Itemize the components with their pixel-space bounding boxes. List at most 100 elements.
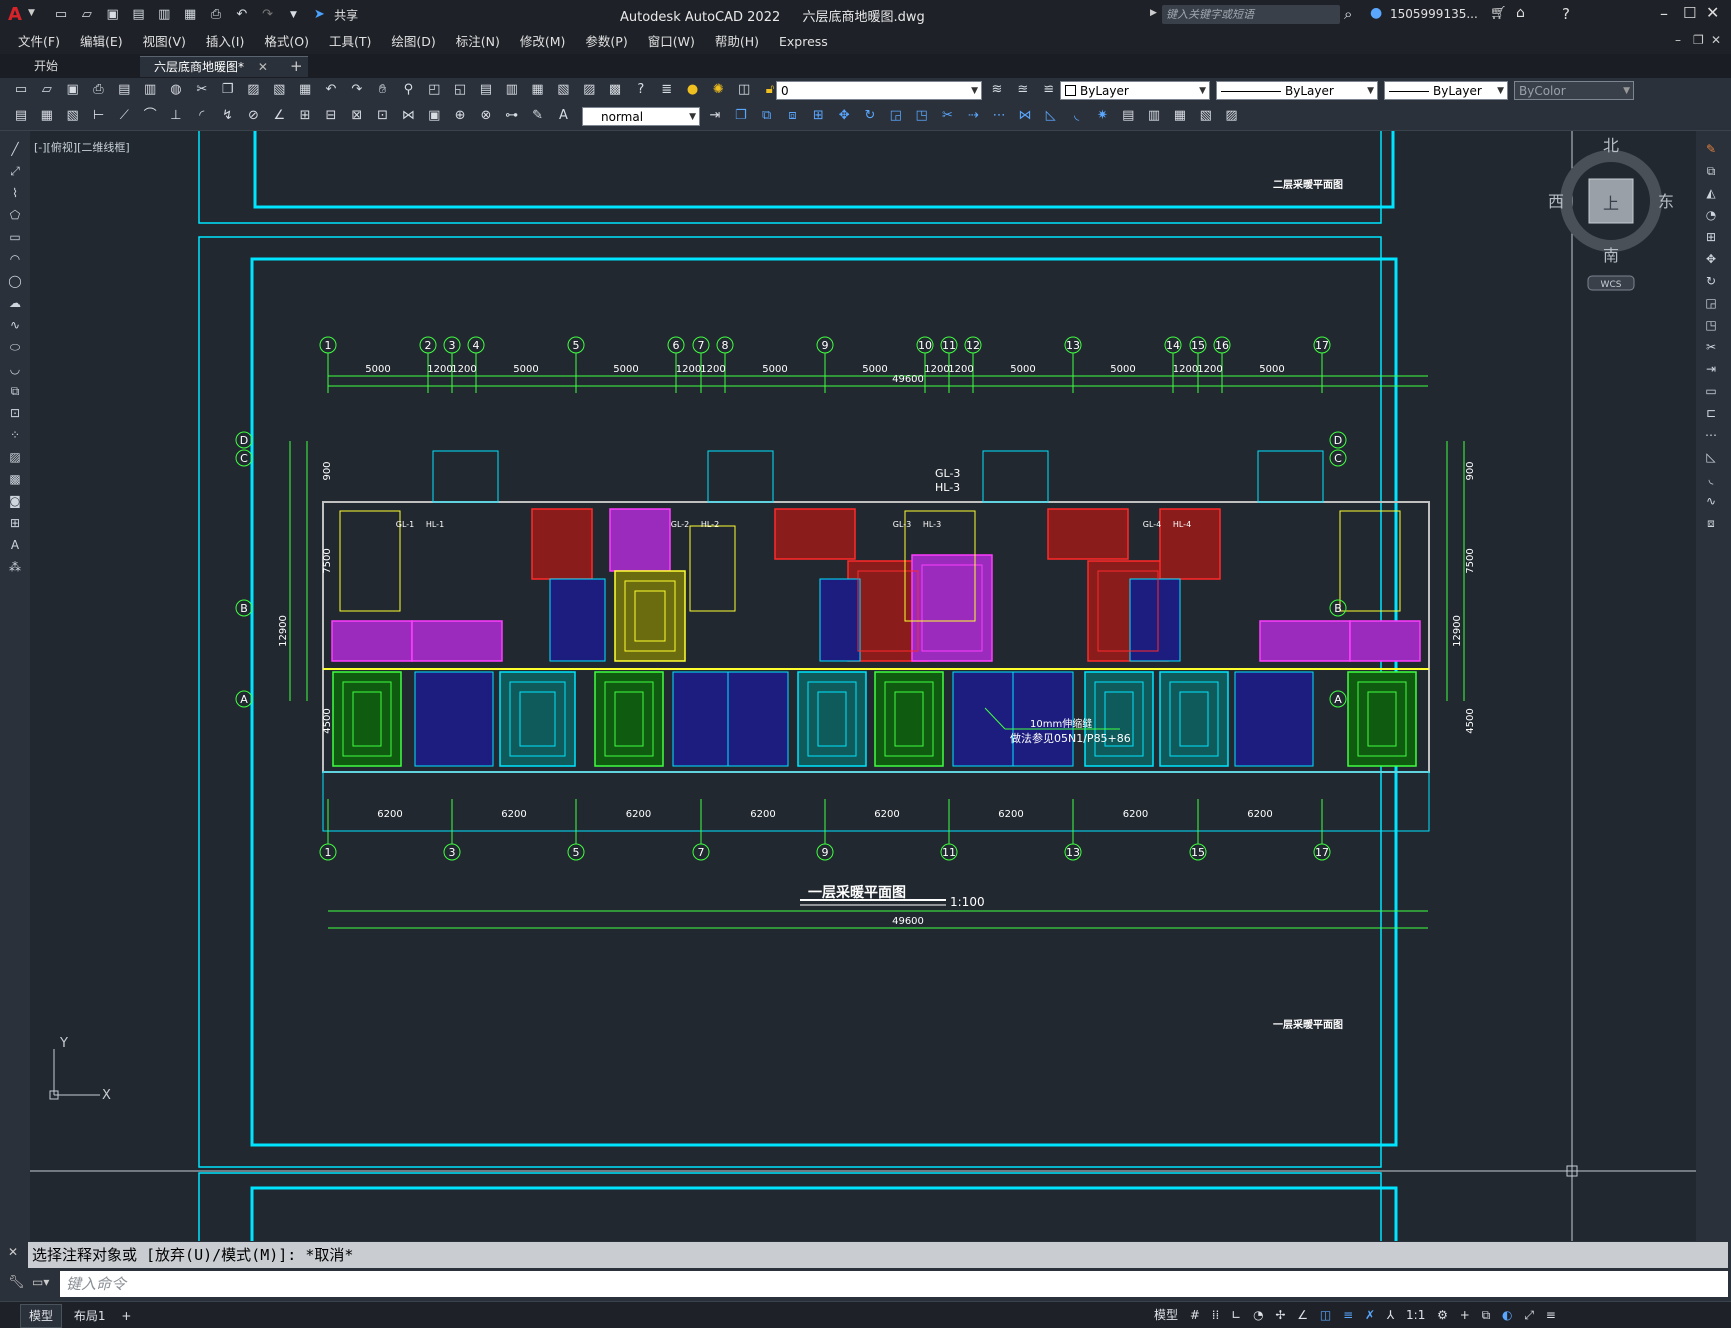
model-tab[interactable]: 模型 [20,1304,63,1328]
selection-cycle-icon[interactable]: ◫ [1316,1304,1335,1326]
wrench-icon[interactable]: 🔧︎ [8,1275,25,1290]
add-layout-icon[interactable]: + [117,1305,135,1327]
tool-palettes-icon[interactable]: ▦ [529,81,547,99]
jogged-dim-icon[interactable]: ↯ [219,107,237,125]
tab-drawing[interactable]: 六层底商地暖图* ✕ [140,56,308,77]
spline-icon[interactable]: ∿ [5,315,25,335]
compass-north[interactable]: 北 [1603,136,1619,155]
trim-icon[interactable]: ✂ [938,107,956,125]
polygon-icon[interactable]: ⬠ [5,205,25,225]
add-selected-icon[interactable]: ⁂ [5,557,25,577]
cmd-prompt-icon[interactable]: ▭▾ [32,1275,49,1289]
move-icon[interactable]: ✥ [835,107,853,125]
share-icon[interactable]: ➤ [310,6,328,24]
tab-close-icon[interactable]: ✕ [258,60,268,74]
save-icon[interactable]: ▣ [104,6,122,24]
autodesk-app-icon[interactable]: ⌂ [1516,5,1525,21]
inspect-icon[interactable]: ⊗ [477,107,495,125]
redo-icon[interactable]: ↷ [259,6,277,24]
wcs-menu[interactable]: WCS [1601,280,1622,290]
array-icon[interactable]: ⊞ [809,107,827,125]
zoom-realtime-icon[interactable]: ⚲ [399,81,417,99]
publish-tool-icon[interactable]: ◍ [167,81,185,99]
menu-item[interactable]: 视图(V) [133,30,196,54]
new-file-icon[interactable]: ▭ [52,6,70,24]
save-tool-icon[interactable]: ▣ [64,81,82,99]
fillet-icon[interactable]: ◟ [1068,107,1086,125]
layer-thaw-icon[interactable]: ✺ [709,81,727,99]
compass-south[interactable]: 南 [1603,246,1619,265]
compass-west[interactable]: 西 [1548,192,1564,211]
lineweight-toggle-icon[interactable]: ≡ [1339,1304,1357,1326]
ungroup-icon[interactable]: ▦ [1171,107,1189,125]
menu-item[interactable]: 窗口(W) [638,30,705,54]
diameter-dim-icon[interactable]: ⊘ [244,107,262,125]
ordinate-dim-icon[interactable]: ⊥ [167,107,185,125]
command-input[interactable]: 键入命令 [60,1271,1728,1297]
ortho-icon[interactable]: ∟ [1227,1304,1245,1326]
erase-icon[interactable]: ✎ [1701,139,1721,159]
rotate-object-icon[interactable]: ↻ [1701,271,1721,291]
dim-space-icon[interactable]: ⊡ [374,107,392,125]
copy-icon[interactable]: ❐ [219,81,237,99]
array-object-icon[interactable]: ⊞ [1701,227,1721,247]
layer-on-icon[interactable]: ● [684,81,702,99]
otrack-icon[interactable]: ∠ [1293,1304,1312,1326]
search-expand-icon[interactable]: ▶ [1150,8,1157,18]
layer-dropdown[interactable]: 0 ▼ [776,81,982,100]
customize-icon[interactable]: ≡ [1542,1304,1560,1326]
maximize-icon[interactable]: ☐ [1683,4,1696,22]
lineweight-dropdown[interactable]: ByLayer ▼ [1384,81,1508,100]
color-dropdown[interactable]: ByLayer ▼ [1060,81,1210,100]
layout1-tab[interactable]: 布局1 [66,1305,114,1327]
save-as-icon[interactable]: ▤ [129,6,147,24]
polar-icon[interactable]: ◔ [1249,1304,1267,1326]
menu-item[interactable]: 工具(T) [319,30,381,54]
tool-a-icon[interactable]: ▤ [12,107,30,125]
gradient-icon[interactable]: ▩ [5,469,25,489]
center-mark-icon[interactable]: ⊕ [451,107,469,125]
share-button[interactable]: 共享 [334,9,358,23]
export-icon[interactable]: ▦ [181,6,199,24]
cmd-close-icon[interactable]: ✕ [8,1245,18,1259]
line-icon[interactable]: ╱ [5,139,25,159]
extend-icon[interactable]: ⇢ [964,107,982,125]
tool-b-icon[interactable]: ▦ [38,107,56,125]
rectangle-icon[interactable]: ▭ [5,227,25,247]
sheet-set-icon[interactable]: ▧ [554,81,572,99]
linetype-dropdown[interactable]: ByLayer ▼ [1216,81,1378,100]
scale-icon[interactable]: ◲ [887,107,905,125]
workspace-gear-icon[interactable]: ⚙ [1433,1304,1452,1326]
point-icon[interactable]: ⁘ [5,425,25,445]
properties-icon[interactable]: ▤ [477,81,495,99]
paste-icon[interactable]: ▨ [244,81,262,99]
open-icon[interactable]: ▱ [38,81,56,99]
polyline-icon[interactable]: ⌇ [5,183,25,203]
continue-dim-icon[interactable]: ⊠ [348,107,366,125]
dim-break-icon[interactable]: ⋈ [399,107,417,125]
arc-length-icon[interactable]: ⌒ [141,107,159,125]
mirror-object-icon[interactable]: ◭ [1701,183,1721,203]
menu-item[interactable]: 修改(M) [510,30,576,54]
menu-item[interactable]: 标注(N) [446,30,510,54]
dim-edit-icon[interactable]: ✎ [529,107,547,125]
annotation-scale[interactable]: 1:1 [1402,1304,1429,1326]
offset-object-icon[interactable]: ◔ [1701,205,1721,225]
fullscreen-icon[interactable]: ⤢ [1520,1304,1538,1326]
move-object-icon[interactable]: ✥ [1701,249,1721,269]
design-center-icon[interactable]: ▥ [503,81,521,99]
layer-viewport-icon[interactable]: ◫ [735,81,753,99]
undo-tool-icon[interactable]: ↶ [322,81,340,99]
isolate-icon[interactable]: ◐ [1498,1304,1516,1326]
zoom-previous-icon[interactable]: ◱ [451,81,469,99]
markup-icon[interactable]: ▨ [580,81,598,99]
radius-dim-icon[interactable]: ◜ [193,107,211,125]
help-tool-icon[interactable]: ? [632,81,650,99]
compass-east[interactable]: 东 [1658,192,1674,211]
help-icon[interactable]: ? [1562,5,1570,23]
jogged-linear-icon[interactable]: ⊶ [503,107,521,125]
cart-icon[interactable]: 🛒︎ [1490,6,1507,21]
search-icon[interactable]: ⌕ [1344,5,1352,23]
menu-item[interactable]: 文件(F) [8,30,70,54]
menu-item[interactable]: 格式(O) [254,30,319,54]
